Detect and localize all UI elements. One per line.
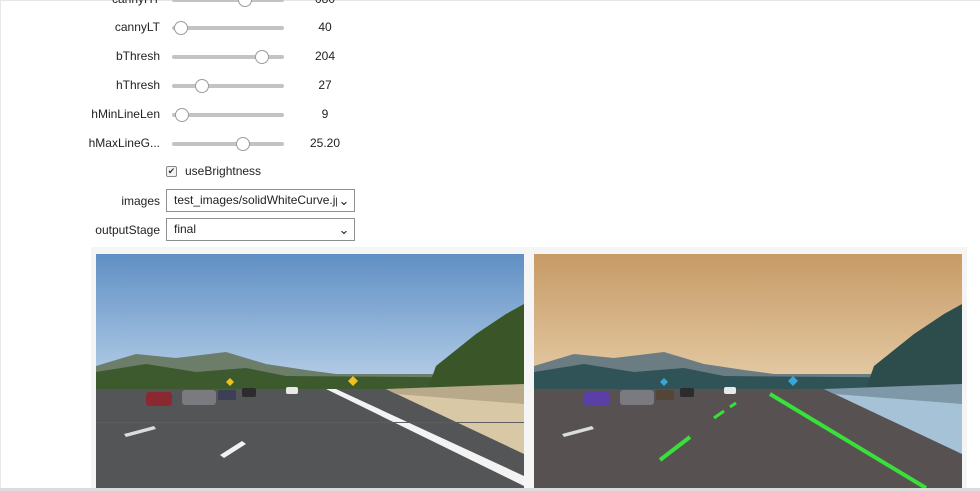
slider-track[interactable] [172, 50, 284, 64]
slider-track[interactable] [172, 21, 284, 35]
slider-handle[interactable] [175, 108, 190, 122]
slider-value: 25.20 [309, 136, 341, 150]
slider-label: cannyLT [114, 20, 160, 34]
slider-track[interactable] [172, 137, 284, 151]
slider-value: 27 [318, 78, 332, 92]
slider-row-bthresh: bThresh 204 [0, 45, 380, 67]
slider-value: 204 [314, 49, 336, 63]
chevron-down-icon[interactable]: ⌄ [337, 219, 351, 240]
dropdown-label: outputStage [95, 223, 160, 237]
slider-handle[interactable] [173, 21, 188, 35]
slider-label: bThresh [115, 49, 160, 63]
slider-value: 9 [321, 107, 329, 121]
chevron-down-icon[interactable]: ⌄ [337, 190, 351, 211]
slider-label: cannyHT [10, 0, 160, 10]
dropdown-label: images [121, 194, 160, 208]
slider-track[interactable] [172, 0, 284, 7]
slider-row-cannylt: cannyLT 40 [0, 16, 380, 38]
slider-value: 080 [296, 0, 354, 10]
slider-track[interactable] [172, 79, 284, 93]
use-brightness-checkbox-row[interactable]: ✔ useBrightness [166, 160, 366, 182]
slider-handle[interactable] [237, 0, 252, 7]
slider-row-hthresh: hThresh 27 [0, 74, 380, 96]
images-select[interactable]: test_images/solidWhiteCurve.jpg ⌄ [166, 189, 355, 212]
slider-handle[interactable] [235, 137, 250, 151]
select-value: final [174, 222, 197, 236]
select-value: test_images/solidWhiteCurve.jpg [174, 193, 349, 207]
output-stage-dropdown-row: outputStage final ⌄ [0, 218, 380, 242]
slider-row-cannyht: cannyHT 080 [0, 0, 380, 10]
slider-label: hMaxLineG... [88, 136, 160, 150]
output-stage-select[interactable]: final ⌄ [166, 218, 355, 241]
slider-handle[interactable] [195, 79, 210, 93]
slider-label: hThresh [115, 78, 160, 92]
original-road-image [96, 254, 524, 488]
slider-label: hMinLineLen [91, 107, 160, 121]
slider-track[interactable] [172, 108, 284, 122]
slider-value: 40 [318, 20, 332, 34]
images-dropdown-row: images test_images/solidWhiteCurve.jpg ⌄ [0, 189, 380, 213]
processed-lane-image [534, 254, 962, 488]
check-icon[interactable]: ✔ [166, 166, 177, 177]
slider-handle[interactable] [254, 50, 269, 64]
slider-row-hmaxlinegap: hMaxLineG... 25.20 [0, 132, 380, 154]
checkbox-label: useBrightness [185, 164, 262, 178]
slider-row-hminlinelen: hMinLineLen 9 [0, 103, 380, 125]
